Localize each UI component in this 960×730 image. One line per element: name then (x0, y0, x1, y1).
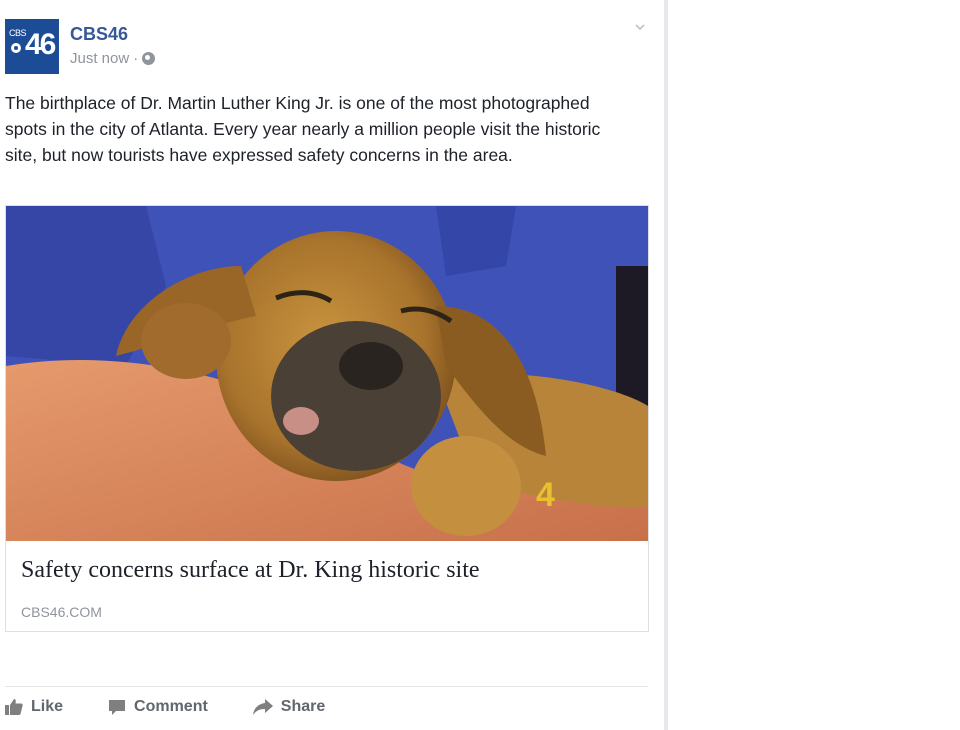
post-timestamp[interactable]: Just now (70, 50, 129, 67)
link-title[interactable]: Safety concerns surface at Dr. King hist… (21, 557, 480, 584)
comment-icon (109, 699, 126, 715)
post-meta: Just now · (70, 50, 156, 67)
link-preview-card[interactable]: 4 Safety concerns surface at Dr. King hi… (5, 205, 649, 632)
facebook-post: CBS 46 CBS46 Just now · The birthplace o… (0, 0, 668, 730)
like-label: Like (31, 698, 64, 715)
action-bar: Like Comment Share (5, 694, 370, 720)
page-name-link[interactable]: CBS46 (70, 24, 128, 45)
thumbs-up-icon (5, 699, 23, 715)
like-button[interactable]: Like (5, 694, 63, 720)
avatar-number: 46 (25, 28, 56, 61)
share-icon (252, 699, 273, 715)
link-domain: CBS46.COM (21, 604, 102, 620)
post-text: The birthplace of Dr. Martin Luther King… (5, 93, 601, 165)
svg-text:4: 4 (536, 476, 555, 514)
share-button[interactable]: Share (252, 694, 326, 720)
sleeping-puppy-photo[interactable]: 4 (6, 206, 648, 541)
comment-button[interactable]: Comment (108, 694, 208, 720)
meta-separator: · (133, 50, 139, 67)
chevron-down-icon[interactable] (635, 22, 645, 32)
page-avatar[interactable]: CBS 46 (5, 19, 59, 74)
globe-icon[interactable] (142, 52, 156, 65)
comment-label: Comment (134, 698, 208, 715)
action-divider (5, 686, 648, 687)
cbs-eye-icon (11, 43, 21, 53)
share-label: Share (280, 698, 326, 715)
avatar-cbs-text: CBS (9, 28, 27, 38)
